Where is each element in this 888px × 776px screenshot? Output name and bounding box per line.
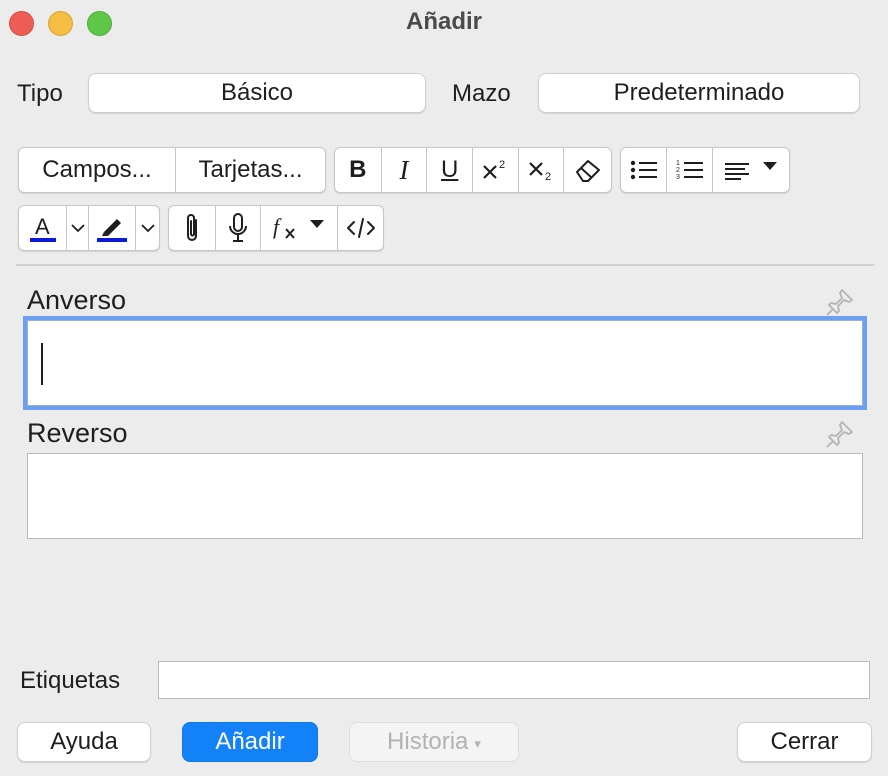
underline-button[interactable]: U [426, 148, 472, 192]
close-button[interactable]: Cerrar [737, 722, 872, 762]
highlight-color-button[interactable] [88, 206, 135, 250]
note-type-value: Básico [220, 79, 294, 106]
text-color-icon: A [29, 214, 56, 242]
svg-text:f: f [273, 214, 282, 239]
note-type-selector[interactable]: Básico [88, 73, 426, 113]
subscript-icon: 2 [529, 162, 551, 182]
pin-icon[interactable] [824, 418, 856, 450]
numbered-list-button[interactable]: 1 2 3 [666, 148, 711, 192]
text-caret [41, 343, 43, 385]
media-group: f [168, 205, 384, 251]
format-group: B I U 2 2 [334, 147, 612, 193]
align-left-icon [724, 163, 749, 180]
svg-text:3: 3 [676, 174, 680, 181]
chevron-down-icon [71, 224, 85, 233]
clear-format-button[interactable] [563, 148, 611, 192]
function-icon: f [273, 214, 296, 239]
record-audio-button[interactable] [214, 206, 261, 250]
attach-button[interactable] [169, 206, 215, 250]
bullet-list-icon [630, 160, 657, 180]
dropdown-triangle-icon [762, 162, 777, 170]
title-bar: Añadir [0, 0, 888, 46]
list-group: 1 2 3 [620, 147, 790, 193]
svg-text:1: 1 [676, 160, 680, 167]
tags-label: Etiquetas [20, 667, 121, 694]
cards-button[interactable]: Tarjetas... [174, 148, 325, 192]
bullet-list-button[interactable] [621, 148, 666, 192]
deck-label: Mazo [452, 80, 511, 107]
highlighter-icon [97, 219, 128, 242]
fields-button[interactable]: Campos... [19, 148, 175, 192]
html-editor-button[interactable] [337, 206, 383, 250]
toolbar-separator [16, 264, 874, 266]
superscript-button[interactable]: 2 [472, 148, 518, 192]
numbered-list-icon: 1 2 3 [676, 160, 703, 181]
chevron-down-icon [141, 224, 155, 233]
alignment-button[interactable] [711, 148, 789, 192]
pin-icon[interactable] [824, 286, 856, 318]
history-button[interactable]: Historia ▾ [349, 722, 519, 762]
field-label-back: Reverso [27, 418, 128, 448]
code-icon [346, 218, 375, 238]
bold-button[interactable]: B [335, 148, 381, 192]
dropdown-triangle-icon [310, 220, 325, 228]
note-type-label: Tipo [17, 80, 63, 107]
text-color-dropdown[interactable] [66, 206, 88, 250]
deck-selector[interactable]: Predeterminado [538, 73, 860, 113]
subscript-button[interactable]: 2 [517, 148, 564, 192]
add-button[interactable]: Añadir [182, 722, 318, 762]
paperclip-icon [186, 214, 197, 241]
highlight-color-dropdown[interactable] [135, 206, 159, 250]
microphone-icon [228, 213, 247, 242]
math-button[interactable]: f [260, 206, 337, 250]
history-dropdown-arrow: ▾ [474, 735, 481, 751]
svg-text:2: 2 [499, 159, 505, 171]
field-label-front: Anverso [27, 285, 127, 315]
window-title: Añadir [405, 8, 482, 35]
front-field-editor[interactable] [27, 320, 863, 406]
text-color-button[interactable]: A [19, 206, 66, 250]
help-button[interactable]: Ayuda [17, 722, 151, 762]
superscript-icon: 2 [483, 159, 505, 179]
eraser-icon [575, 160, 600, 182]
italic-button[interactable]: I [380, 148, 427, 192]
tags-input[interactable] [158, 661, 870, 699]
fields-cards-group: Campos... Tarjetas... [18, 147, 326, 193]
back-field-editor[interactable] [27, 453, 863, 539]
svg-text:2: 2 [545, 171, 551, 182]
deck-value: Predeterminado [613, 79, 785, 106]
svg-text:A: A [35, 214, 50, 239]
svg-text:2: 2 [676, 167, 680, 174]
color-group: A [18, 205, 160, 251]
